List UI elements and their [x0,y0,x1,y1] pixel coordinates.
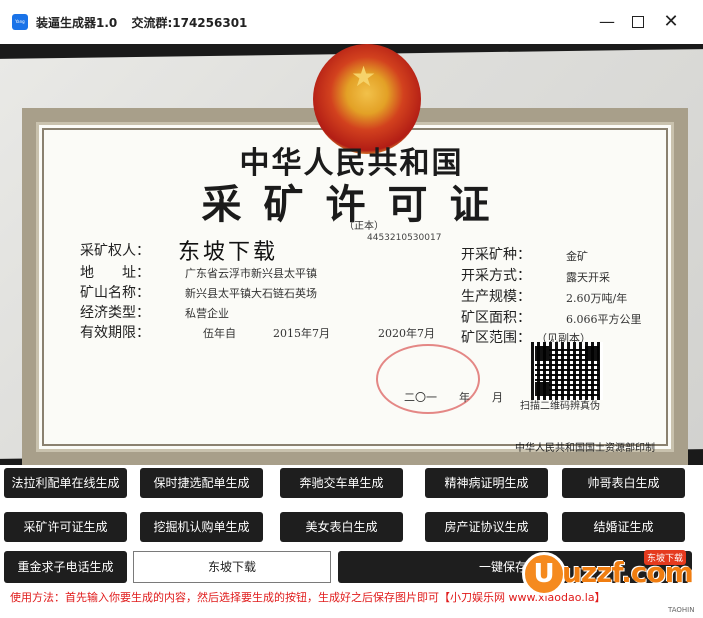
title-bar: Yang Space 装逼生成器1.0 交流群:174256301 — ✕ [0,0,703,44]
mineral-value: 金矿 [566,250,588,263]
qr-code-pattern [535,346,599,396]
qr-code [531,342,603,400]
label-method: 开采方式： [461,268,531,284]
watermark-tag: 东坡下载 [644,550,687,565]
minimize-button[interactable]: — [596,11,618,33]
phone-generator-button[interactable]: 重金求子电话生成 [4,551,127,583]
ferrari-order-button[interactable]: 法拉利配单在线生成 [4,468,127,498]
beauty-confession-button[interactable]: 美女表白生成 [280,512,403,542]
label-holder: 采矿权人： [80,243,150,259]
validity-term-value: 伍年自 [203,327,236,340]
label-scale: 生产规模： [461,289,531,305]
minimize-icon: — [599,12,615,31]
qr-caption: 扫描二维码辨真伪 [520,401,600,412]
uzzf-watermark: U uzzf.com 东坡下载 [520,548,694,604]
label-range: 矿区范围： [461,330,531,346]
address-value: 广东省云浮市新兴县太平镇 [185,267,317,280]
issuer-text: 中华人民共和国国土资源部印制 [515,443,655,454]
window-title: 装逼生成器1.0 交流群:174256301 [36,14,247,31]
holder-name-handwritten: 东坡下载 [178,240,279,265]
label-mineral: 开采矿种： [461,247,531,263]
certificate-subtitle: （正本） [344,221,384,232]
close-icon: ✕ [663,11,679,32]
maximize-icon [632,15,644,28]
certificate-preview: ★ 中华人民共和国 采矿许可证 （正本） 4453210530017 采矿权人：… [0,44,703,465]
handsome-confession-button[interactable]: 帅哥表白生成 [562,468,685,498]
property-agreement-button[interactable]: 房产证协议生成 [425,512,548,542]
watermark-logo-icon: U [522,552,566,596]
name-input[interactable]: 东坡下载 [133,551,331,583]
mining-license-button[interactable]: 采矿许可证生成 [4,512,127,542]
label-validity: 有效期限： [80,325,150,341]
app-icon: Yang Space [12,14,28,30]
validity-end-value: 2020年7月 [378,327,435,340]
label-address: 地 址： [80,265,150,281]
certificate-code: 4453210530017 [367,233,442,243]
star-icon: ★ [351,60,377,93]
method-value: 露天开采 [566,271,610,284]
close-button[interactable]: ✕ [660,11,682,33]
label-economy-type: 经济类型： [80,305,150,321]
label-area: 矿区面积： [461,310,531,326]
area-value: 6.066平方公里 [566,313,642,326]
mental-cert-button[interactable]: 精神病证明生成 [425,468,548,498]
group-number: 交流群:174256301 [131,16,248,30]
scale-value: 2.60万吨/年 [566,292,628,305]
maximize-button[interactable] [627,11,649,33]
label-mine-name: 矿山名称： [80,285,150,301]
benz-delivery-button[interactable]: 奔驰交车单生成 [280,468,403,498]
marriage-cert-button[interactable]: 结婚证生成 [562,512,685,542]
economy-type-value: 私营企业 [185,307,229,320]
corner-mark: TAOHIN [668,606,695,614]
porsche-order-button[interactable]: 保时捷选配单生成 [140,468,263,498]
excavator-order-button[interactable]: 挖掘机认购单生成 [140,512,263,542]
validity-start-value: 2015年7月 [273,327,330,340]
app-name: 装逼生成器1.0 [36,16,118,30]
mine-name-value: 新兴县太平镇大石链石英场 [185,287,317,300]
issue-date: 二〇一 年 月 [404,391,503,404]
